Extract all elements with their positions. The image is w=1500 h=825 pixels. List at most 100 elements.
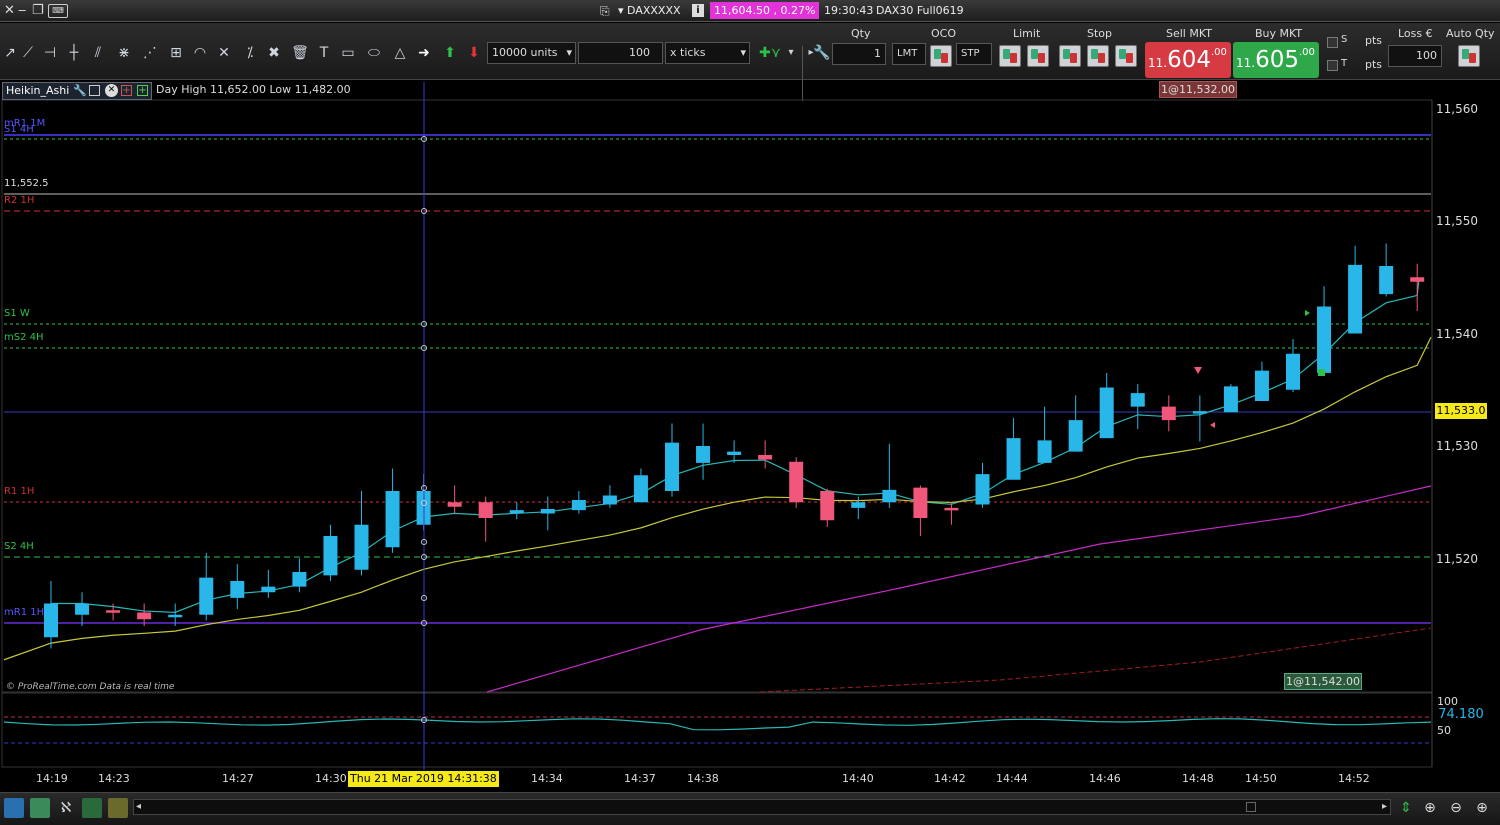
candle	[1161, 395, 1176, 432]
chevron-down-icon[interactable]: ▾	[786, 43, 796, 63]
layout-icon[interactable]	[108, 798, 128, 818]
wrench-icon[interactable]: 🔧	[812, 43, 832, 63]
units-select[interactable]: 10000 units ▾	[487, 42, 576, 64]
link-icon[interactable]: ⎘	[600, 3, 610, 19]
channel-icon[interactable]: ⫽	[88, 43, 108, 63]
auto-qty-icon[interactable]	[1458, 45, 1480, 67]
zoom-out-icon[interactable]: ⊖	[1446, 798, 1466, 818]
limit-sell-icon[interactable]	[1027, 45, 1049, 67]
horizontal-scrollbar[interactable]: ◂ ▸	[133, 799, 1391, 815]
window-icon[interactable]	[89, 85, 100, 96]
chart-type-icon[interactable]	[30, 798, 50, 818]
candle	[789, 457, 804, 508]
buy-entry-marker-icon	[1305, 310, 1310, 316]
trendline-icon[interactable]: ⟋	[18, 43, 38, 63]
candle-body	[230, 581, 245, 598]
oco-order-icon[interactable]	[930, 45, 952, 67]
pointer-icon[interactable]: ↗	[0, 43, 20, 63]
ticks-stepper[interactable]: 100	[578, 42, 663, 64]
buy-mkt-label: Buy MKT	[1255, 27, 1303, 40]
close-icon[interactable]: ✕	[105, 84, 118, 97]
close-icon[interactable]: ✕	[4, 3, 15, 19]
lmt-button[interactable]: LMT	[892, 43, 926, 65]
chevron-down-icon: ▾	[566, 46, 572, 59]
stop-sell-icon[interactable]	[1087, 45, 1109, 67]
y-tick-label: 11,540	[1436, 326, 1478, 341]
x-tick-label: 14:42	[934, 772, 966, 785]
fibonacci-icon[interactable]: ⊞	[166, 43, 186, 63]
arrow-up-icon[interactable]: ⬆	[440, 43, 460, 63]
scroll-left-icon[interactable]: ◂	[136, 801, 141, 812]
table-icon[interactable]	[82, 798, 102, 818]
ticks-unit-select[interactable]: x ticks ▾	[665, 42, 750, 64]
candle	[1348, 245, 1363, 334]
cross-icon[interactable]: ✕	[214, 43, 234, 63]
zoom-fit-icon[interactable]: ⊕	[1420, 798, 1440, 818]
pts-label: pts	[1365, 58, 1383, 71]
scroll-right-icon[interactable]: ▸	[1382, 801, 1387, 812]
oco-label: OCO	[931, 27, 956, 40]
order-tag-top[interactable]: 1@11,532.00	[1159, 81, 1237, 98]
x-tick-label: 14:23	[98, 772, 130, 785]
arrow-right-icon[interactable]: ➜	[414, 43, 434, 63]
scroll-thumb[interactable]	[1246, 802, 1256, 812]
sell-mkt-button[interactable]: 11.604.00	[1145, 42, 1231, 78]
loss-label: Loss €	[1398, 27, 1433, 40]
zoom-in-icon[interactable]: ⊕	[1472, 798, 1492, 818]
rectangle-icon[interactable]: ▭	[338, 43, 358, 63]
candle-body	[385, 491, 400, 548]
sell-price: 11.604.00	[1148, 47, 1227, 73]
order-tag-bottom[interactable]: 1@11,542.00	[1284, 673, 1362, 690]
minimize-icon[interactable]: ‒	[18, 3, 26, 19]
stop-other-icon[interactable]	[1115, 45, 1137, 67]
y-tick-label: 11,530	[1436, 439, 1478, 453]
horizontal-line-icon[interactable]: ⊣	[40, 43, 60, 63]
stop-buy-icon[interactable]	[1059, 45, 1081, 67]
x-tick-label: 14:50	[1245, 772, 1277, 785]
candle-body	[1410, 277, 1425, 282]
candle-body	[913, 487, 928, 518]
parallel-icon[interactable]: ⋇	[114, 43, 134, 63]
fan-icon[interactable]: ⋰	[140, 43, 160, 63]
qty-input[interactable]: 1	[832, 43, 886, 65]
chart-name-box[interactable]: Heikin_Ashi 🔧 ✕ + +	[2, 82, 152, 100]
indicator-add-icon[interactable]: ✚⋎	[754, 43, 786, 63]
buy-mkt-button[interactable]: 11.605.00	[1233, 42, 1319, 78]
candle-body	[975, 474, 990, 505]
magic-icon[interactable]: ⁒	[240, 43, 260, 63]
candle	[602, 485, 617, 508]
triangle-icon[interactable]: △	[390, 43, 410, 63]
level-label-mr1-1h: mR1 1H	[4, 607, 45, 618]
restore-icon[interactable]: ❐	[32, 3, 44, 19]
share-icon[interactable]	[4, 798, 24, 818]
s-checkbox[interactable]	[1327, 37, 1338, 48]
keyboard-icon[interactable]: ⌨	[48, 4, 68, 18]
stp-button[interactable]: STP	[956, 43, 992, 65]
info-icon[interactable]: i	[692, 4, 704, 17]
add-indicator-icon[interactable]: +	[121, 85, 132, 96]
candle-body	[137, 612, 152, 620]
indicator-icon[interactable]: ℵ	[56, 798, 76, 818]
x-tick-label: 14:38	[687, 772, 719, 785]
sell-price-big: 11.	[1148, 56, 1168, 70]
text-icon[interactable]: T	[314, 43, 334, 63]
expand-icon[interactable]: +	[137, 85, 148, 96]
price-chart[interactable]	[0, 80, 1500, 770]
loss-input[interactable]: 100	[1388, 45, 1442, 67]
candle-body	[509, 510, 524, 514]
arc-icon[interactable]: ◠	[190, 43, 210, 63]
arrow-down-icon[interactable]: ⬇	[464, 43, 484, 63]
tools-icon[interactable]: ✖	[264, 43, 284, 63]
candle	[1254, 361, 1269, 401]
vertical-line-icon[interactable]: ┼	[64, 43, 84, 63]
symbol-dropdown[interactable]: ▾ DAXXXXX	[618, 3, 681, 18]
ellipse-icon[interactable]: ⬭	[364, 43, 384, 63]
autoscale-icon[interactable]: ⇕	[1396, 798, 1416, 818]
limit-buy-icon[interactable]	[999, 45, 1021, 67]
t-checkbox[interactable]	[1327, 60, 1338, 71]
trash-icon[interactable]: 🗑	[290, 43, 310, 63]
wrench-icon[interactable]: 🔧	[73, 83, 87, 99]
level-label-s2-4h: S2 4H	[4, 541, 34, 552]
ma-mid-line	[3, 336, 1432, 661]
level-label-11552: 11,552.5	[4, 178, 49, 189]
